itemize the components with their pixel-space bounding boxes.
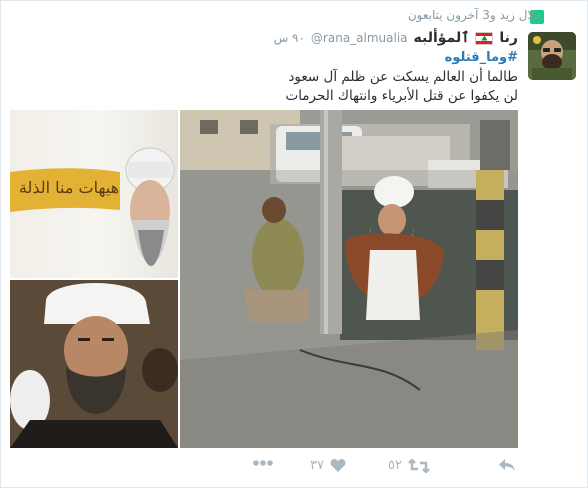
portrait-illustration [10,280,178,448]
tweet-text: طالما أن العالم يسكت عن ظلم آل سعود لن ي… [78,68,518,106]
display-name[interactable]: رنا [499,30,518,46]
display-name-suffix[interactable]: ٱلمؤألبه [414,30,470,46]
heart-icon [330,459,346,472]
like-count: ٣٧ [310,458,324,473]
retweet-count: ٥٢ [388,458,402,473]
media-image-street[interactable] [180,110,518,448]
tweet-text-line-2: لن يكفوا عن قتل الأبرياء وانتهاك الحرمات [285,88,518,104]
social-context[interactable]: جلال زيد و3 آخرون يتابعون [408,8,542,22]
tweet-text-line-1: طالما أن العالم يسكت عن ظلم آل سعود [288,69,518,85]
retweet-button[interactable]: ٥٢ [388,458,430,473]
reply-button[interactable] [498,458,516,472]
media-grid: هيهات منا الذلة [10,110,518,448]
lebanon-flag-icon [475,31,494,45]
avatar-image [528,32,576,80]
tweet-actions: ٣٧ ٥٢ [0,452,588,484]
retweet-icon [408,458,430,473]
more-button[interactable] [252,458,274,468]
more-icon [253,460,273,466]
avatar[interactable] [528,32,576,80]
hashtag-link[interactable]: #وما_قتلوه [445,50,518,65]
timestamp[interactable]: ٩٠ س [274,31,305,45]
user-handle[interactable]: @rana_almualia [311,31,408,45]
tweet-header: رنا ٱلمؤألبه @rana_almualia ٩٠ س [274,30,518,46]
like-button[interactable]: ٣٧ [310,458,346,473]
street-scene-illustration [180,110,518,448]
media-image-calligraphy[interactable]: هيهات منا الذلة [10,110,178,278]
reply-icon [499,459,515,471]
calligraphy-text: هيهات منا الذلة [18,178,120,197]
media-image-portrait[interactable] [10,280,178,448]
